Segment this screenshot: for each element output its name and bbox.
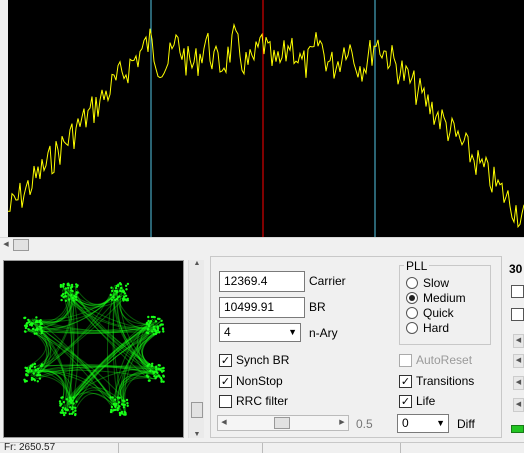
spin-left-icon[interactable]: ◀ bbox=[513, 398, 524, 412]
spectrum-scroll-thumb[interactable] bbox=[13, 239, 29, 251]
slider-right-icon[interactable]: ▶ bbox=[336, 416, 348, 430]
status-bar: Fr: 2650.57 bbox=[0, 442, 524, 453]
spin-left-icon[interactable]: ◀ bbox=[513, 334, 524, 348]
spectrum-scrollbar[interactable]: ◀ bbox=[0, 237, 524, 251]
scroll-up-icon[interactable]: ▲ bbox=[189, 260, 205, 267]
spin-left-icon[interactable]: ◀ bbox=[513, 354, 524, 368]
scroll-down-icon[interactable]: ▼ bbox=[189, 431, 205, 438]
rrc-filter-label: RRC filter bbox=[236, 394, 289, 408]
pll-group: PLL Slow Medium Quick Hard bbox=[399, 259, 491, 345]
spin-left-icon[interactable]: ◀ bbox=[513, 376, 524, 390]
autoreset-label: AutoReset bbox=[416, 353, 473, 367]
status-divider bbox=[400, 443, 401, 453]
pll-radio-medium[interactable]: Medium bbox=[406, 291, 466, 305]
nary-label: n-Ary bbox=[309, 326, 338, 340]
nary-select[interactable]: 4 ▼ bbox=[219, 323, 301, 342]
checkmark-icon: ✓ bbox=[219, 353, 232, 367]
synch-br-label: Synch BR bbox=[236, 353, 290, 367]
radio-selected-icon bbox=[406, 292, 418, 304]
status-divider bbox=[118, 443, 119, 453]
diff-label: Diff bbox=[457, 417, 475, 431]
pll-hard-label: Hard bbox=[423, 321, 450, 335]
pll-radio-quick[interactable]: Quick bbox=[406, 306, 454, 320]
nonstop-checkbox[interactable]: ✓ NonStop bbox=[219, 374, 283, 388]
status-divider bbox=[262, 443, 263, 453]
checkbox-empty-icon bbox=[399, 353, 412, 367]
chevron-down-icon: ▼ bbox=[436, 418, 445, 428]
checkmark-icon: ✓ bbox=[399, 394, 412, 408]
scroll-left-icon[interactable]: ◀ bbox=[0, 238, 12, 252]
constellation-display bbox=[3, 260, 184, 438]
status-led bbox=[511, 425, 524, 433]
transitions-label: Transitions bbox=[416, 374, 475, 388]
status-text: Fr: 2650.57 bbox=[4, 442, 56, 453]
br-label: BR bbox=[309, 300, 326, 314]
gain-slider[interactable]: ◀ ▶ bbox=[217, 415, 349, 431]
nary-select-value: 4 bbox=[224, 325, 231, 339]
checkmark-icon: ✓ bbox=[399, 374, 412, 388]
radio-icon bbox=[406, 277, 418, 289]
rrc-filter-checkbox[interactable]: RRC filter bbox=[219, 394, 288, 408]
demodulator-controls: 12369.4 Carrier 10499.91 BR 4 ▼ n-Ary ✓ … bbox=[210, 256, 502, 438]
right-controls: 30 ◀ ◀ ◀ ◀ bbox=[505, 256, 524, 438]
pll-title: PLL bbox=[404, 259, 430, 273]
right-checkbox-2[interactable] bbox=[511, 308, 524, 321]
constellation-scroll-thumb[interactable] bbox=[191, 402, 203, 418]
br-input[interactable]: 10499.91 bbox=[219, 297, 305, 318]
nonstop-label: NonStop bbox=[236, 374, 283, 388]
pll-quick-label: Quick bbox=[423, 306, 454, 320]
spectrum-display bbox=[8, 0, 524, 237]
pll-radio-slow[interactable]: Slow bbox=[406, 276, 449, 290]
autoreset-checkbox[interactable]: AutoReset bbox=[399, 353, 472, 367]
diff-select-value: 0 bbox=[402, 416, 409, 430]
carrier-label: Carrier bbox=[309, 274, 346, 288]
pll-medium-label: Medium bbox=[423, 291, 466, 305]
life-checkbox[interactable]: ✓ Life bbox=[399, 394, 435, 408]
spectrum-trace bbox=[8, 22, 524, 229]
chevron-down-icon: ▼ bbox=[288, 327, 297, 337]
radio-icon bbox=[406, 307, 418, 319]
pll-radio-hard[interactable]: Hard bbox=[406, 321, 449, 335]
transitions-checkbox[interactable]: ✓ Transitions bbox=[399, 374, 474, 388]
life-label: Life bbox=[416, 394, 436, 408]
constellation-plot bbox=[23, 282, 165, 417]
constellation-scrollbar[interactable]: ▲ ▼ bbox=[188, 260, 204, 438]
spectrum-plot bbox=[8, 0, 524, 237]
slider-value: 0.5 bbox=[356, 417, 373, 431]
right-checkbox-1[interactable] bbox=[511, 285, 524, 298]
synch-br-checkbox[interactable]: ✓ Synch BR bbox=[219, 353, 289, 367]
radio-icon bbox=[406, 322, 418, 334]
carrier-input[interactable]: 12369.4 bbox=[219, 271, 305, 292]
checkbox-empty-icon bbox=[219, 394, 232, 408]
pll-slow-label: Slow bbox=[423, 276, 450, 290]
diff-select[interactable]: 0 ▼ bbox=[397, 414, 449, 433]
slider-thumb[interactable] bbox=[274, 417, 290, 429]
slider-left-icon[interactable]: ◀ bbox=[218, 416, 230, 430]
right-number: 30 bbox=[509, 262, 523, 276]
checkmark-icon: ✓ bbox=[219, 374, 232, 388]
constellation-trajectories bbox=[26, 284, 162, 414]
